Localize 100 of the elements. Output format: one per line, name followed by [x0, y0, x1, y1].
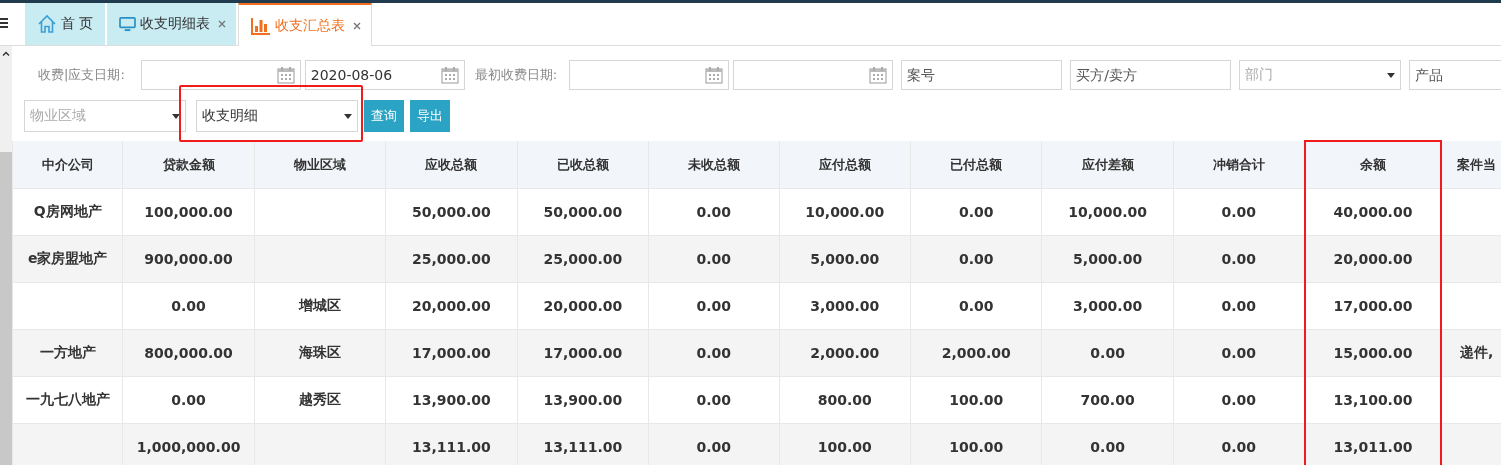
- menu-icon[interactable]: [0, 17, 8, 29]
- home-icon: [37, 14, 57, 34]
- caret-icon: [1387, 72, 1396, 78]
- dropdown[interactable]: 收支明细: [196, 100, 358, 132]
- table-cell: 一九七八地产: [25, 391, 110, 407]
- tab[interactable]: 首 页: [25, 3, 106, 45]
- table-cell: 3,000.00: [810, 298, 880, 314]
- column-header: 已付总额: [910, 141, 1042, 189]
- table-cell: 13,900.00: [543, 392, 623, 408]
- table-cell: 17,000.00: [412, 345, 491, 361]
- table-cell: 一方地产: [39, 344, 96, 360]
- table-cell: 0.00: [696, 345, 732, 361]
- column-header: 应付差额: [1041, 141, 1174, 189]
- table-cell: 13,011.00: [1333, 439, 1413, 455]
- table-cell: 5,000.00: [810, 251, 880, 267]
- table-cell: 13,900.00: [412, 392, 491, 408]
- date-field[interactable]: 2020-08-06: [304, 60, 465, 90]
- calendar-icon[interactable]: [869, 66, 888, 84]
- date-field[interactable]: [140, 60, 301, 90]
- bar-chart-icon: [251, 16, 272, 35]
- table-cell: 800,000.00: [144, 345, 233, 361]
- table-cell: 越秀区: [299, 391, 341, 407]
- column-header: 余额: [1304, 141, 1442, 189]
- table-cell: 0.00: [1221, 204, 1257, 220]
- table-cell: 3,000.00: [1073, 298, 1143, 314]
- table-cell: 0.00: [696, 298, 732, 314]
- field-label: 收费|应支日期:: [37, 66, 126, 84]
- calendar-icon[interactable]: [705, 66, 724, 84]
- table-cell: 0.00: [171, 298, 206, 314]
- table-cell: 0.00: [696, 392, 732, 408]
- caret-icon: [172, 113, 180, 119]
- table-cell: 900,000.00: [144, 251, 233, 267]
- calendar-icon[interactable]: [276, 66, 295, 84]
- tab-label: 首 页: [61, 15, 94, 33]
- date-field[interactable]: [733, 60, 894, 90]
- scroll-up-icon[interactable]: [2, 51, 10, 56]
- table-cell: 增城区: [299, 297, 341, 313]
- table-cell: 0.00: [696, 204, 732, 220]
- column-header: 案件当: [1441, 141, 1501, 189]
- dropdown[interactable]: 物业区域: [24, 100, 186, 132]
- table-cell: 0.00: [1221, 298, 1257, 314]
- button[interactable]: 查询: [364, 100, 404, 132]
- monitor-icon: [119, 16, 137, 32]
- input-field[interactable]: 产品: [1409, 60, 1501, 90]
- date-field[interactable]: [569, 60, 730, 90]
- table-cell: 0.00: [1221, 392, 1257, 408]
- table-cell: 13,111.00: [412, 439, 491, 456]
- tab-label: 收支汇总表: [275, 16, 346, 35]
- table-cell: 2,000.00: [941, 345, 1011, 361]
- column-header: 物业区域: [254, 141, 386, 189]
- table-cell: 25,000.00: [543, 251, 623, 267]
- column-header: 应收总额: [385, 141, 518, 189]
- table-cell: 0.00: [1221, 345, 1257, 361]
- table-cell: 5,000.00: [1073, 251, 1143, 267]
- input-field[interactable]: 买方/卖方: [1070, 60, 1232, 90]
- table-cell: 0.00: [696, 439, 732, 456]
- table-cell: 20,000.00: [543, 298, 623, 314]
- tab[interactable]: 收支汇总表: [238, 3, 373, 46]
- table-cell: 100.00: [949, 439, 1004, 456]
- input-field[interactable]: 案号: [901, 60, 1063, 90]
- table-cell: 13,111.00: [543, 439, 623, 456]
- table-cell: 700.00: [1080, 392, 1135, 408]
- dropdown[interactable]: 部门: [1239, 60, 1402, 90]
- table-cell: 13,100.00: [1333, 392, 1413, 408]
- column-header: 中介公司: [12, 141, 123, 189]
- table-cell: 20,000.00: [1333, 251, 1413, 267]
- close-icon[interactable]: [218, 20, 227, 28]
- column-header: 应付总额: [779, 141, 911, 189]
- caret-icon: [344, 113, 352, 119]
- scrollbar[interactable]: [0, 46, 12, 465]
- table-cell: 25,000.00: [412, 251, 491, 267]
- field-label: 最初收费日期:: [473, 66, 559, 84]
- table-cell: 20,000.00: [412, 298, 491, 314]
- table-cell: 1,000,000.00: [136, 439, 241, 456]
- table-cell: 40,000.00: [1333, 204, 1413, 220]
- table-cell: 100.00: [949, 392, 1004, 408]
- table-cell: 0.00: [1090, 439, 1125, 456]
- tab[interactable]: 收支明细表: [107, 3, 237, 45]
- table-cell: 递件,: [1459, 344, 1494, 360]
- table-cell: 0.00: [958, 251, 994, 267]
- table-cell: 0.00: [958, 298, 994, 314]
- close-icon[interactable]: [353, 21, 362, 30]
- table-cell: 0.00: [1090, 345, 1125, 361]
- button[interactable]: 导出: [410, 100, 450, 132]
- table-cell: e家房盟地产: [27, 250, 108, 266]
- column-header: 未收总额: [648, 141, 780, 189]
- table-cell: 50,000.00: [543, 204, 623, 220]
- tab-label: 收支明细表: [140, 15, 211, 33]
- table-cell: 0.00: [958, 204, 994, 220]
- column-header: 已收总额: [517, 141, 649, 189]
- table-cell: 100.00: [817, 439, 872, 456]
- table-cell: 10,000.00: [1068, 204, 1148, 220]
- table-cell: 0.00: [696, 251, 732, 267]
- table-cell: 50,000.00: [412, 204, 491, 220]
- calendar-icon[interactable]: [440, 66, 459, 84]
- table-cell: 0.00: [171, 392, 206, 408]
- table-cell: 10,000.00: [805, 204, 885, 220]
- table-cell: Q房网地产: [33, 203, 102, 219]
- table-cell: 800.00: [817, 392, 872, 408]
- table-cell: 0.00: [1221, 439, 1257, 456]
